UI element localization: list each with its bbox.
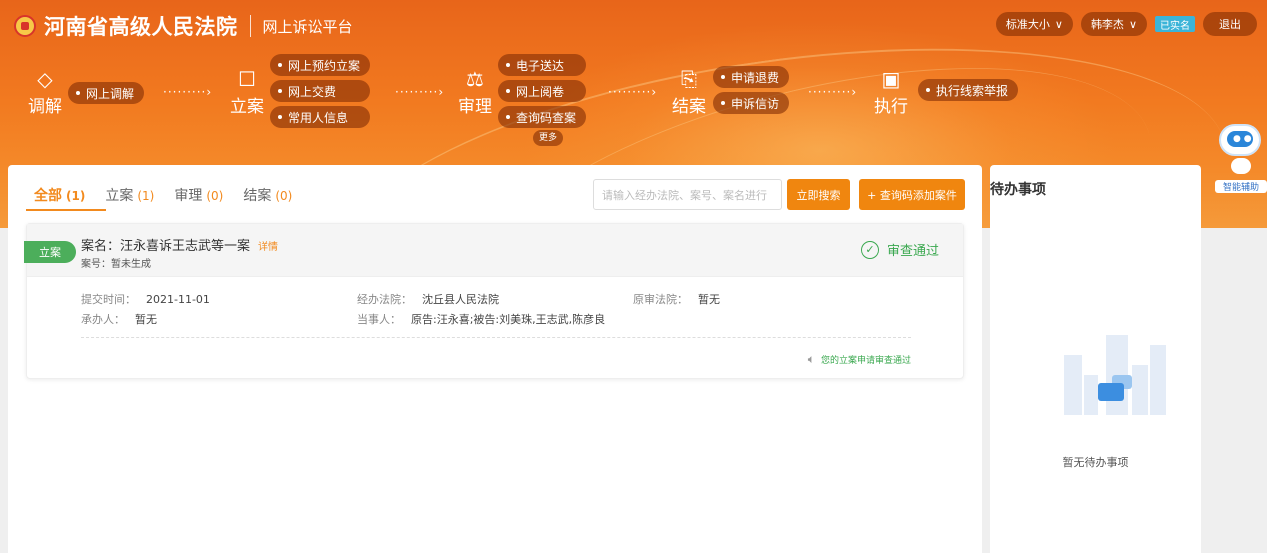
nav-item-online-filing[interactable]: 网上预约立案 [270,54,371,76]
tab-label: 立案 [105,188,134,204]
field-value: 暂无 [135,313,157,326]
stage-filing[interactable]: ☐ 立案 [230,66,264,117]
font-size-dropdown[interactable]: 标准大小 ∨ [995,12,1073,36]
nav-item-refund[interactable]: 申请退费 [713,66,790,88]
user-menu[interactable]: 韩李杰 ∨ [1080,12,1147,36]
user-toolbar: 标准大小 ∨ 韩李杰 ∨ 已实名 退出 [995,12,1257,36]
stage-execution[interactable]: ▣ 执行 [874,66,908,117]
case-name: 案名：汪永喜诉王志武等一案 [81,239,251,254]
nav-item-query-code[interactable]: 查询码查案 [498,106,587,128]
field-value: 沈丘县人民法院 [422,293,499,306]
field-label: 当事人： [357,313,401,326]
tab-count: (1) [66,189,86,203]
tab-count: (0) [275,189,293,203]
assistant-label: 智能辅助 [1215,180,1267,193]
case-title: 案名：汪永喜诉王志武等一案 详情 [81,235,278,254]
stage-label: 调解 [28,97,62,117]
field-value: 原告:汪永喜;被告:刘美珠,王志武,陈彦良 [411,313,606,326]
case-number: 案号：暂未生成 [81,259,151,270]
stage-label: 结案 [672,97,706,117]
stage-label: 立案 [230,97,264,117]
tab-label: 全部 [34,188,62,204]
process-nav: ◇ 调解 网上调解 ·········› ☐ 立案 网上预约立案 网上交费 常用… [0,52,1100,162]
parties: 当事人： 原告:汪永喜;被告:刘美珠,王志武,陈彦良 [357,311,605,327]
divider [81,337,911,338]
case-stage-badge: 立案 [24,241,76,263]
monitor-icon: ▣ [881,67,901,91]
search-button[interactable]: 立即搜索 [787,179,850,210]
tab-count: (1) [137,189,155,203]
stage-label: 审理 [458,97,492,117]
case-status: ✓ 审查通过 [860,240,939,259]
tab-filing[interactable]: 立案 (1) [105,185,154,205]
handshake-icon: ◇ [37,67,53,91]
original-court: 原审法院： 暂无 [633,291,720,307]
flow-arrow: ·········› [608,85,658,99]
case-notice: 🔈︎ 您的立案申请审查通过 [808,352,911,367]
todo-panel: 待办事项 暂无待办事项 [990,165,1201,553]
nav-item-contacts[interactable]: 常用人信息 [270,106,371,128]
gavel-icon: ⚖ [466,67,484,91]
tab-count: (0) [206,189,224,203]
logout-button[interactable]: 退出 [1203,12,1257,36]
stage-label: 执行 [874,97,908,117]
field-label: 经办法院： [357,293,412,306]
chat-bubble-icon [1098,383,1124,401]
smart-assistant[interactable]: ● ● 智能辅助 [1215,118,1267,198]
field-label: 承办人： [81,313,125,326]
case-header: 立案 案名：汪永喜诉王志武等一案 详情 案号：暂未生成 ✓ 审查通过 [24,224,963,277]
case-panel: 全部 (1) 立案 (1) 审理 (0) 结案 (0) 请输入经办法院、案号、案名进行 … [8,165,982,553]
tab-label: 结案 [243,188,272,204]
user-name: 韩李杰 [1090,18,1124,31]
nav-item-online-payment[interactable]: 网上交费 [270,80,371,102]
field-value: 2021-11-01 [146,293,210,306]
site-logo[interactable]: 河南省高级人民法院 网上诉讼平台 [14,11,353,41]
clipboard-icon: ⎘ [681,67,697,91]
empty-state-text: 暂无待办事项 [1062,456,1129,469]
submit-time: 提交时间： 2021-11-01 [81,291,210,307]
handler: 承办人： 暂无 [81,311,157,327]
nav-item-petition[interactable]: 申诉信访 [713,92,790,114]
court-emblem-icon [14,15,36,37]
platform-name: 网上诉讼平台 [262,17,353,36]
check-circle-icon: ✓ [860,240,879,259]
active-tab-indicator [26,209,106,211]
search-input[interactable]: 请输入经办法院、案号、案名进行 [593,179,782,210]
tab-label: 审理 [174,188,203,204]
nav-item-online-mediation[interactable]: 网上调解 [68,82,145,104]
stage-mediation[interactable]: ◇ 调解 [28,66,62,117]
nav-item-e-delivery[interactable]: 电子送达 [498,54,587,76]
court-name: 河南省高级人民法院 [44,15,238,39]
todo-title: 待办事项 [990,182,1046,198]
nav-item-online-review[interactable]: 网上阅卷 [498,80,587,102]
handling-court: 经办法院： 沈丘县人民法院 [357,291,499,307]
case-card: 立案 案名：汪永喜诉王志武等一案 详情 案号：暂未生成 ✓ 审查通过 提交时间： 2… [24,223,964,379]
file-icon: ☐ [238,67,256,91]
tab-all[interactable]: 全部 (1) [34,185,85,205]
font-size-label: 标准大小 [1005,18,1050,31]
tab-closed[interactable]: 结案 (0) [243,185,292,205]
speaker-icon: 🔈︎ [807,352,815,366]
verified-badge: 已实名 [1155,16,1195,32]
title-separator [249,15,251,37]
case-tabs: 全部 (1) 立案 (1) 审理 (0) 结案 (0) [34,185,292,205]
status-text: 审查通过 [886,244,939,259]
detail-link[interactable]: 详情 [258,242,278,253]
tab-trial[interactable]: 审理 (0) [174,185,223,205]
field-label: 提交时间： [81,293,136,306]
stage-trial[interactable]: ⚖ 审理 [458,66,492,117]
add-case-button[interactable]: + 查询码添加案件 [859,179,965,210]
chevron-down-icon: ∨ [1128,17,1137,31]
chevron-down-icon: ∨ [1054,17,1063,31]
flow-arrow: ·········› [163,85,213,99]
field-label: 原审法院： [633,293,688,306]
more-button[interactable]: 更多 [533,130,564,146]
notice-text: 您的立案申请审查通过 [820,356,911,366]
flow-arrow: ·········› [395,85,445,99]
stage-closing[interactable]: ⎘ 结案 [672,66,706,117]
flow-arrow: ·········› [808,85,858,99]
field-value: 暂无 [698,293,720,306]
empty-illustration [1060,325,1170,415]
nav-item-execution-report[interactable]: 执行线索举报 [918,79,1019,101]
